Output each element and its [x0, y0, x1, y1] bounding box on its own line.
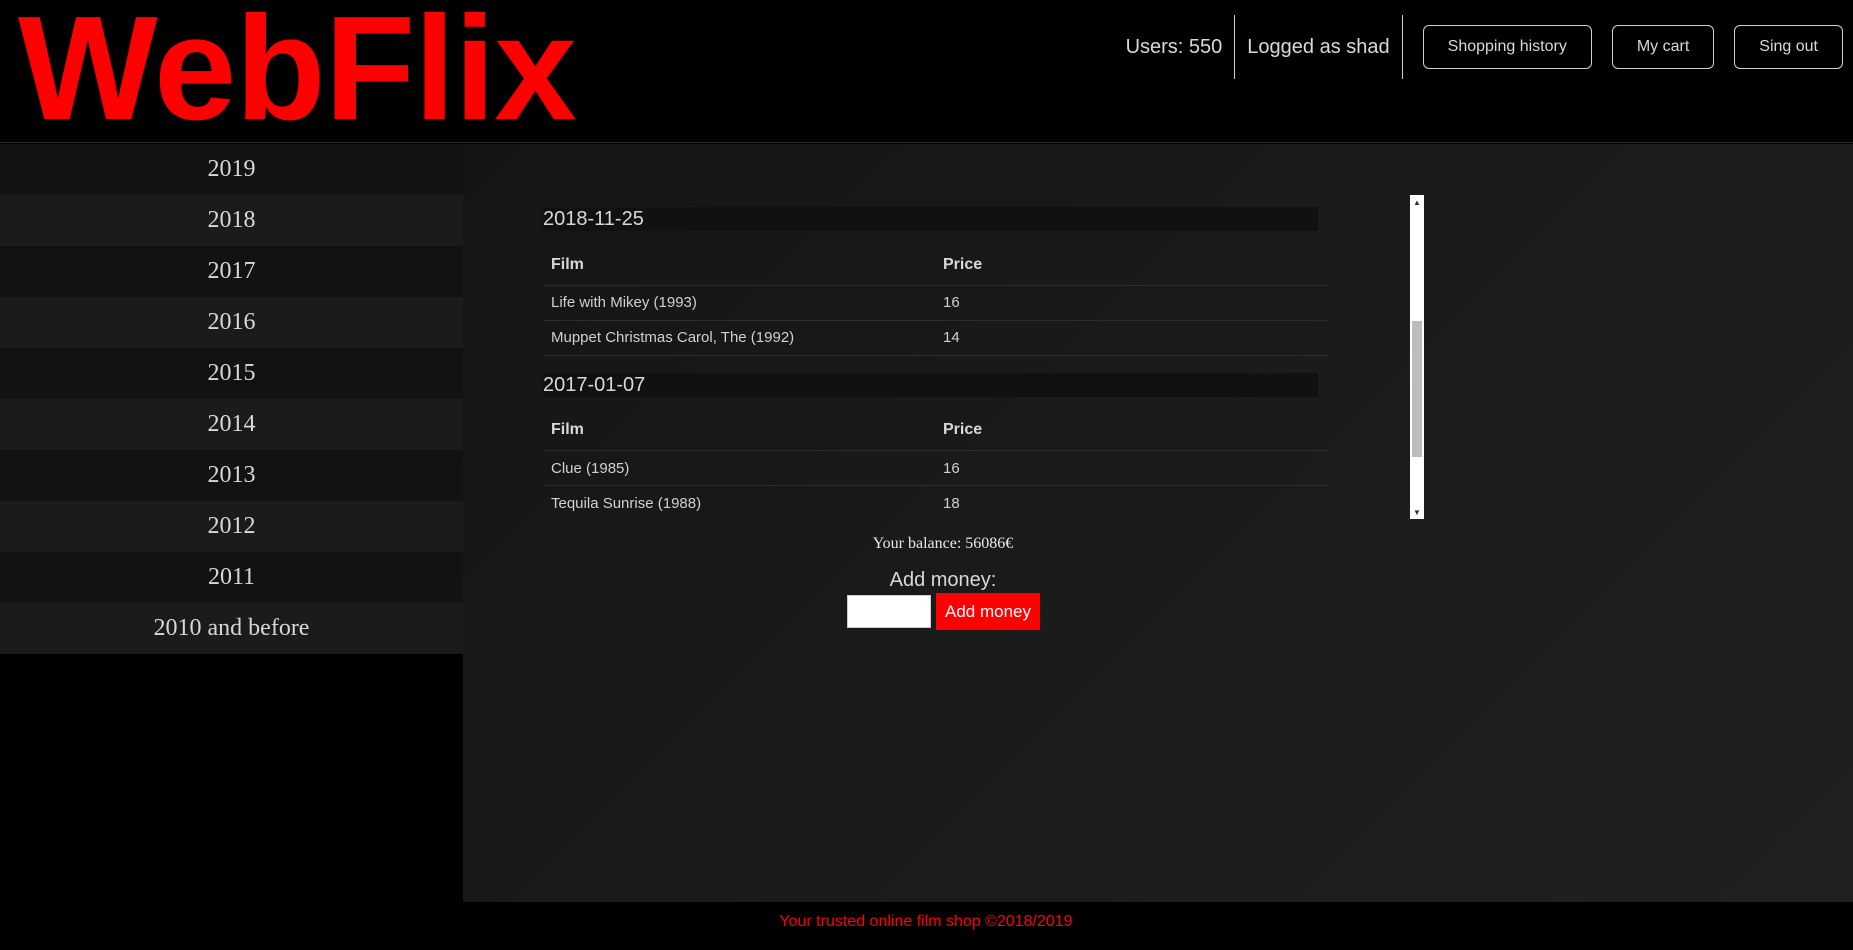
- table-row: Muppet Christmas Carol, The (1992) 14: [543, 320, 1328, 356]
- balance-text: Your balance: 56086€: [872, 535, 1014, 552]
- my-cart-button[interactable]: My cart: [1611, 25, 1715, 69]
- history-scroll-content: 2018-11-25 Film Price Life with Mikey (1…: [543, 195, 1403, 519]
- money-amount-input[interactable]: [847, 595, 931, 628]
- triangle-up-icon[interactable]: ▲: [1410, 195, 1424, 209]
- sidebar-item-2019[interactable]: 2019: [0, 144, 463, 195]
- sidebar-item-2010-and-before[interactable]: 2010 and before: [0, 603, 463, 654]
- shopping-history-panel[interactable]: 2018-11-25 Film Price Life with Mikey (1…: [543, 195, 1424, 519]
- film-cell: Life with Mikey (1993): [543, 285, 935, 321]
- sidebar-item-2014[interactable]: 2014: [0, 399, 463, 450]
- table-header-row: Film Price: [543, 245, 1328, 286]
- film-column-header: Film: [543, 410, 935, 451]
- sidebar-year-nav: 2019 2018 2017 2016 2015 2014 2013 2012 …: [0, 144, 463, 902]
- sidebar-item-2012[interactable]: 2012: [0, 501, 463, 552]
- history-scrollbar[interactable]: ▲ ▼: [1410, 195, 1424, 519]
- price-cell: 16: [935, 450, 1328, 486]
- film-cell: Muppet Christmas Carol, The (1992): [543, 320, 935, 356]
- sidebar-item-2015[interactable]: 2015: [0, 348, 463, 399]
- sidebar-item-2017[interactable]: 2017: [0, 246, 463, 297]
- order-table: Film Price Clue (1985) 16 Tequila Sunris…: [543, 410, 1328, 519]
- order-date: 2017-01-07: [543, 372, 1318, 397]
- logged-user: Logged as shad: [1234, 15, 1403, 79]
- price-cell: 16: [935, 285, 1328, 321]
- film-cell: Clue (1985): [543, 450, 935, 486]
- price-column-header: Price: [935, 410, 1328, 451]
- header: WebFlix Users: 550 Logged as shad Shoppi…: [0, 0, 1853, 144]
- price-cell: 18: [935, 485, 1328, 519]
- add-money-form: Add money: [847, 593, 1040, 630]
- scroll-thumb[interactable]: [1412, 321, 1422, 457]
- triangle-down-icon[interactable]: ▼: [1410, 505, 1424, 519]
- price-cell: 14: [935, 320, 1328, 356]
- table-row: Clue (1985) 16: [543, 450, 1328, 486]
- table-row: Tequila Sunrise (1988) 18: [543, 485, 1328, 519]
- film-cell: Tequila Sunrise (1988): [543, 485, 935, 519]
- add-money-label: Add money:: [889, 569, 997, 591]
- film-column-header: Film: [543, 245, 935, 286]
- table-row: Life with Mikey (1993) 16: [543, 285, 1328, 321]
- sidebar-item-2018[interactable]: 2018: [0, 195, 463, 246]
- table-header-row: Film Price: [543, 410, 1328, 451]
- price-column-header: Price: [935, 245, 1328, 286]
- main-content: 2018-11-25 Film Price Life with Mikey (1…: [463, 144, 1853, 902]
- shopping-history-button[interactable]: Shopping history: [1422, 25, 1592, 69]
- sign-out-button[interactable]: Sing out: [1734, 25, 1843, 69]
- sidebar-item-2013[interactable]: 2013: [0, 450, 463, 501]
- order-date: 2018-11-25: [543, 207, 1318, 231]
- sidebar-item-2011[interactable]: 2011: [0, 552, 463, 603]
- users-count: Users: 550: [1125, 35, 1223, 58]
- add-money-button[interactable]: Add money: [936, 593, 1040, 630]
- order-table: Film Price Life with Mikey (1993) 16 Mup…: [543, 245, 1328, 356]
- footer-text: Your trusted online film shop ©2018/2019: [779, 913, 1073, 930]
- logo[interactable]: WebFlix: [18, 0, 577, 144]
- header-nav: Users: 550 Logged as shad Shopping histo…: [1114, 15, 1843, 79]
- sidebar-item-2016[interactable]: 2016: [0, 297, 463, 348]
